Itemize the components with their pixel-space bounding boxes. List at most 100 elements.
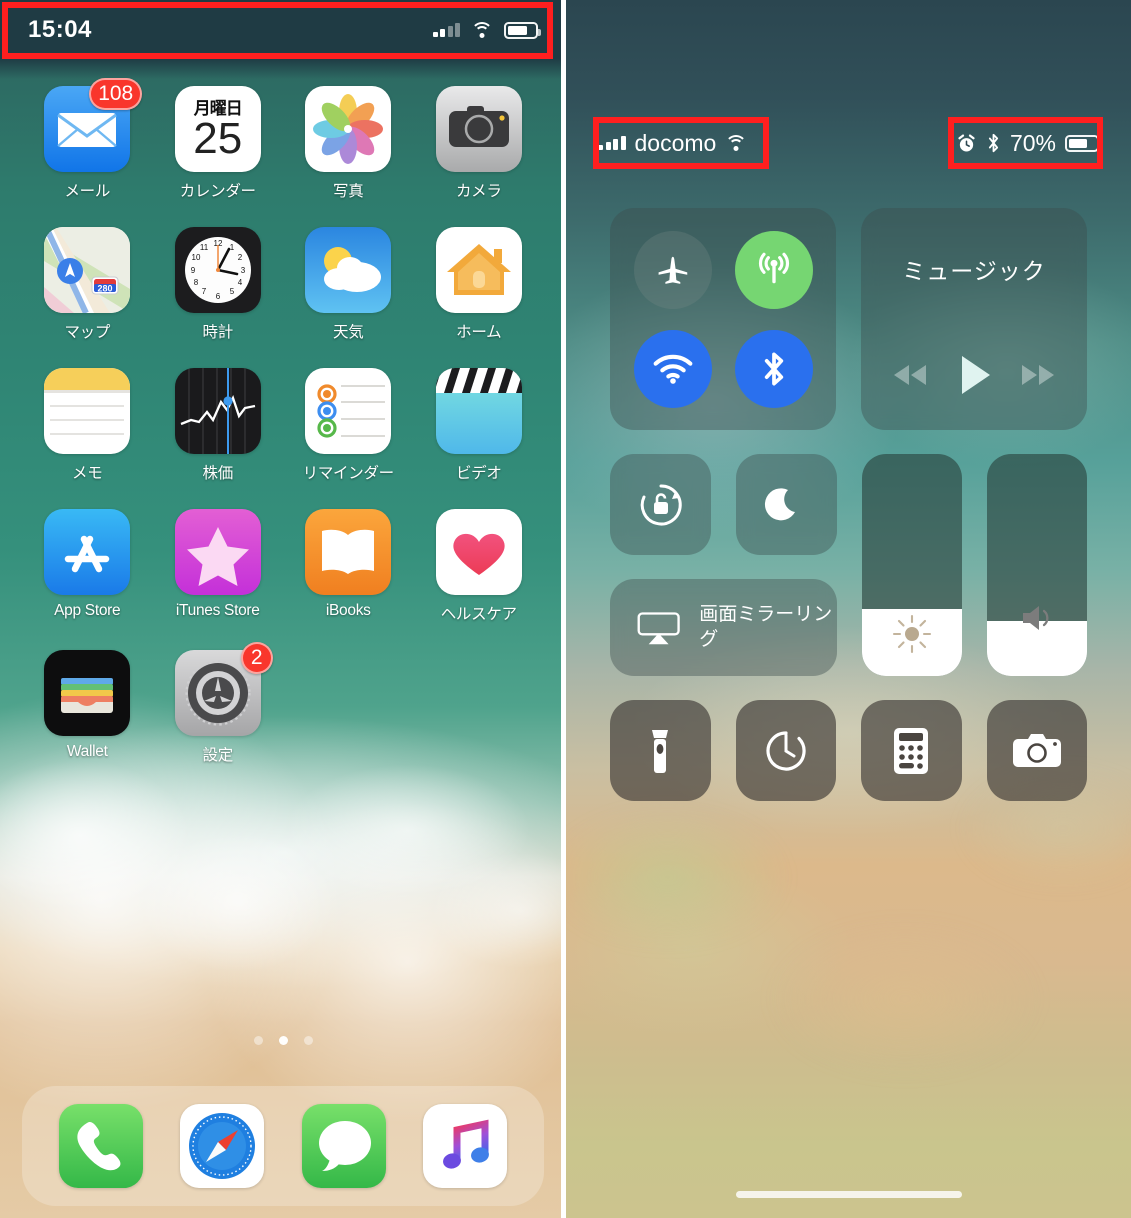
app-label: 株価 [202,465,234,482]
fast-forward-icon[interactable] [1017,362,1059,388]
safari-icon[interactable] [180,1104,265,1188]
app-icon-wrap[interactable] [435,368,522,454]
health-icon[interactable] [435,509,522,595]
calendar-day: 25 [193,114,243,163]
play-icon[interactable] [956,354,992,396]
messages-icon[interactable] [301,1104,386,1188]
app-icon-wrap[interactable] [305,227,392,313]
app-videos[interactable]: ビデオ [414,368,545,483]
camera-icon[interactable] [435,86,522,172]
screen-mirroring-button[interactable]: 画面ミラーリング [610,579,837,676]
app-label: メール [64,183,111,200]
photos-icon[interactable] [305,86,392,172]
camera-button[interactable] [986,700,1087,801]
app-icon-wrap[interactable] [435,227,522,313]
app-icon-wrap[interactable]: 280 [44,227,131,313]
badge-count: 2 [240,642,273,674]
cellular-signal-icon [598,136,626,150]
volume-slider[interactable] [987,454,1087,676]
page-dot-2[interactable] [278,1036,288,1045]
calendar-icon[interactable]: 月曜日 25 [174,86,261,172]
app-photos[interactable]: 写真 [283,86,414,201]
app-icon-wrap[interactable] [44,509,131,595]
calculator-button[interactable] [861,700,962,801]
app-reminders[interactable]: リマインダー [283,368,414,483]
rotation-lock-toggle[interactable] [610,454,711,555]
app-label: ビデオ [455,465,502,482]
app-icon-wrap[interactable]: 2 [174,642,273,736]
itunes-store-icon[interactable] [174,509,261,595]
app-app-store[interactable]: App Store [22,509,153,624]
app-icon-wrap[interactable] [305,368,392,454]
app-notes[interactable]: メモ [22,368,153,483]
bluetooth-toggle[interactable] [734,329,813,408]
airplane-mode-toggle[interactable] [633,230,712,309]
app-icon-wrap[interactable] [44,650,131,736]
app-home[interactable]: ホーム [414,227,545,342]
app-clock[interactable]: 12 1 2 345 678 9 10 11 時計 [153,227,284,342]
app-icon-wrap[interactable]: 108 [44,78,143,172]
do-not-disturb-toggle[interactable] [736,454,837,555]
reminders-icon[interactable] [305,368,392,454]
brightness-slider[interactable] [862,454,962,676]
control-center-modules: ミュージック 画面ミラーリング [566,208,1131,801]
weather-icon[interactable] [305,227,392,313]
music-controls [861,354,1087,396]
home-app-icon[interactable] [435,227,522,313]
app-icon-wrap[interactable] [174,509,261,595]
app-label: メモ [72,465,103,482]
badge-count: 108 [89,78,143,110]
cc-status-left: docomo [598,130,748,157]
app-label: ヘルスケア [440,606,517,623]
app-camera[interactable]: カメラ [414,86,545,201]
app-icon-wrap[interactable] [305,86,392,172]
app-maps[interactable]: 280 マップ [22,227,153,342]
app-itunes-store[interactable]: iTunes Store [153,509,284,624]
app-icon-wrap[interactable]: 月曜日 25 [174,86,261,172]
wifi-toggle[interactable] [633,329,712,408]
cellular-data-toggle[interactable] [734,230,813,309]
maps-icon[interactable]: 280 [44,227,131,313]
ibooks-icon[interactable] [305,509,392,595]
app-weather[interactable]: 天気 [283,227,414,342]
app-calendar[interactable]: 月曜日 25 カレンダー [153,86,284,201]
status-clock: 15:04 [28,16,92,43]
music-title: ミュージック [902,258,1046,284]
rotation-lock-icon [640,483,682,525]
timer-button[interactable] [735,700,836,801]
videos-icon[interactable] [435,368,522,454]
app-icon-wrap[interactable] [44,368,131,454]
app-icon-wrap[interactable] [174,368,261,454]
app-store-icon[interactable] [44,509,131,595]
rewind-icon[interactable] [889,362,931,388]
battery-icon [504,21,541,39]
app-health[interactable]: ヘルスケア [414,509,545,624]
app-icon-wrap[interactable]: 12 1 2 345 678 9 10 11 [174,227,261,313]
antenna-icon [758,252,789,283]
app-wallet[interactable]: Wallet [22,650,153,765]
notes-icon[interactable] [44,368,131,454]
cc-status-right: 70% [956,130,1102,157]
home-indicator[interactable] [735,1191,962,1198]
page-dot-1[interactable] [253,1036,263,1045]
app-icon-wrap[interactable] [435,86,522,172]
phone-icon[interactable] [58,1104,143,1188]
app-stocks[interactable]: 株価 [153,368,284,483]
app-mail[interactable]: 108 メール [22,78,153,201]
flashlight-button[interactable] [610,700,711,801]
stocks-icon[interactable] [174,368,261,454]
wifi-icon [725,135,748,151]
connectivity-module [610,208,837,430]
app-settings[interactable]: 2 設定 [153,642,284,765]
page-dot-3[interactable] [303,1036,313,1045]
music-icon[interactable] [423,1104,508,1188]
clock-icon[interactable]: 12 1 2 345 678 9 10 11 [174,227,261,313]
page-dots[interactable] [0,1036,566,1045]
svg-text:6: 6 [216,292,221,301]
app-icon-wrap[interactable] [435,509,522,595]
app-ibooks[interactable]: iBooks [283,509,414,624]
wallet-icon[interactable] [44,650,131,736]
app-icon-wrap[interactable] [305,509,392,595]
music-module[interactable]: ミュージック [861,208,1087,430]
svg-text:2: 2 [238,253,243,262]
